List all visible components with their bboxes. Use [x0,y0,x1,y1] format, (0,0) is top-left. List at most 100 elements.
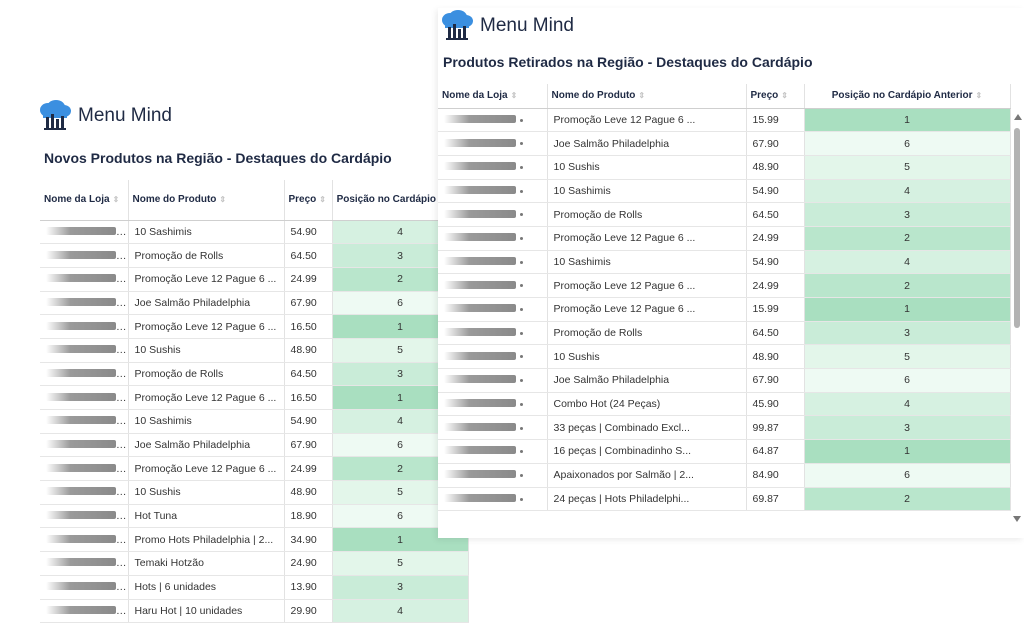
price-cell: 67.90 [746,131,805,156]
ellipsis-dot [520,379,523,383]
product-name-cell: 10 Sashimis [128,409,285,434]
ellipsis-dot [520,118,523,122]
ellipsis-dot [520,402,523,406]
col-header-store[interactable]: Nome da Loja ⇕ [438,84,548,109]
product-name-cell: Haru Hot | 10 unidades [128,599,285,623]
price-cell: 24.99 [284,267,333,292]
table-row: 10 Sushis 48.90 5 [438,155,1011,180]
ellipsis-dot [520,497,523,501]
redacted-store-name [444,256,516,265]
product-name-cell: 24 peças | Hots Philadelphi... [547,487,747,512]
scroll-up-arrow-icon[interactable] [1013,114,1022,120]
price-cell: 24.99 [746,226,805,251]
redacted-store-name [444,138,516,147]
price-cell: 64.50 [746,202,805,227]
store-name-cell [40,480,129,505]
price-cell: 16.50 [284,314,333,339]
store-name-cell [438,273,548,298]
product-name-cell: Joe Salmão Philadelphia [547,368,747,393]
redacted-store-name [46,345,116,354]
col-header-label: Preço [750,90,779,102]
table-header-row: Nome da Loja ⇕ Nome do Produto ⇕ Preço ⇕ Po… [438,84,1011,109]
col-header-product[interactable]: Nome do Produto ⇕ [128,180,285,221]
scrollbar-thumb[interactable] [1014,128,1020,328]
redacted-store-name [46,487,116,496]
price-cell: 54.90 [284,220,333,245]
menu-position-cell: 1 [804,108,1011,133]
product-name-cell: Promoção de Rolls [547,202,747,227]
redacted-store-name [46,463,116,472]
table-row: 10 Sushis 48.90 5 [40,480,469,505]
col-header-price[interactable]: Preço ⇕ [284,180,333,221]
brand-header: Menu Mind [440,10,574,42]
table-row: Promoção de Rolls 64.50 3 [438,202,1011,227]
price-cell: 69.87 [746,487,805,512]
price-cell: 29.90 [284,599,333,623]
table-row: Promoção Leve 12 Pague 6 ... 24.99 2 [438,273,1011,298]
store-name-cell [40,243,129,268]
redacted-store-name [444,328,516,337]
price-cell: 48.90 [284,338,333,363]
table-row: 16 peças | Combinadinho S... 64.87 1 [438,439,1011,464]
product-name-cell: Hot Tuna [128,504,285,529]
product-name-cell: Promoção de Rolls [128,362,285,387]
price-cell: 54.90 [746,250,805,275]
col-header-product[interactable]: Nome do Produto ⇕ [547,84,747,109]
redacted-store-name [444,280,516,289]
menu-position-cell: 3 [804,321,1011,346]
price-cell: 64.50 [284,362,333,387]
table-row: Promoção Leve 12 Pague 6 ... 24.99 2 [40,267,469,292]
col-header-label: Posição no Cardápio Anterior [831,90,973,102]
col-header-store[interactable]: Nome da Loja ⇕ [40,180,129,221]
sort-icon[interactable]: ⇕ [976,91,983,100]
redacted-store-name [46,558,116,567]
redacted-store-name [444,493,516,502]
sort-icon[interactable]: ⇕ [781,91,788,100]
table-row: Hots | 6 unidades 13.90 3 [40,575,469,600]
menu-position-cell: 4 [804,392,1011,417]
col-header-price[interactable]: Preço ⇕ [746,84,805,109]
redacted-store-name [46,392,116,401]
store-name-cell [438,250,548,275]
product-name-cell: 10 Sashimis [547,250,747,275]
sort-icon[interactable]: ⇕ [511,91,518,100]
table-row: Promoção Leve 12 Pague 6 ... 16.50 1 [40,385,469,410]
store-name-cell [40,433,129,458]
store-name-cell [438,297,548,322]
right-subtitle: Produtos Retirados na Região - Destaques… [443,54,813,70]
price-cell: 54.90 [746,179,805,204]
ellipsis-dot [520,237,523,240]
product-name-cell: Promoção Leve 12 Pague 6 ... [128,456,285,482]
menu-position-cell: 2 [804,273,1011,298]
sort-icon[interactable]: ⇕ [638,91,645,100]
store-name-cell [40,456,129,482]
price-cell: 84.90 [746,463,805,488]
redacted-store-name [46,511,116,520]
table-row: Joe Salmão Philadelphia 67.90 6 [40,433,469,458]
product-name-cell: Combo Hot (24 Peças) [547,392,747,417]
vertical-scrollbar[interactable] [1013,114,1022,522]
sort-icon[interactable]: ⇕ [219,195,226,204]
ellipsis-dot [520,473,523,477]
redacted-store-name [444,114,516,123]
store-name-cell [438,155,548,180]
ellipsis-dot [520,165,523,169]
redacted-store-name [46,274,116,283]
col-header-label: Preço [288,194,317,206]
sort-icon[interactable]: ⇕ [319,195,326,204]
redacted-store-name [444,162,516,171]
col-header-label: Nome da Loja [44,194,110,206]
col-header-position[interactable]: Posição no Cardápio Anterior ⇕ [804,84,1011,109]
price-cell: 13.90 [284,575,333,600]
store-name-cell [438,487,548,512]
ellipsis-dot [520,189,523,193]
redacted-store-name [46,250,116,259]
new-products-panel: Menu Mind Novos Produtos na Região - Des… [36,96,469,623]
left-subtitle: Novos Produtos na Região - Destaques do … [44,150,392,166]
menu-position-cell: 3 [804,415,1011,441]
store-name-cell [40,385,129,410]
menu-position-cell: 4 [804,250,1011,275]
sort-icon[interactable]: ⇕ [113,195,120,204]
store-name-cell [438,415,548,441]
scroll-down-arrow-icon[interactable] [1013,516,1021,522]
